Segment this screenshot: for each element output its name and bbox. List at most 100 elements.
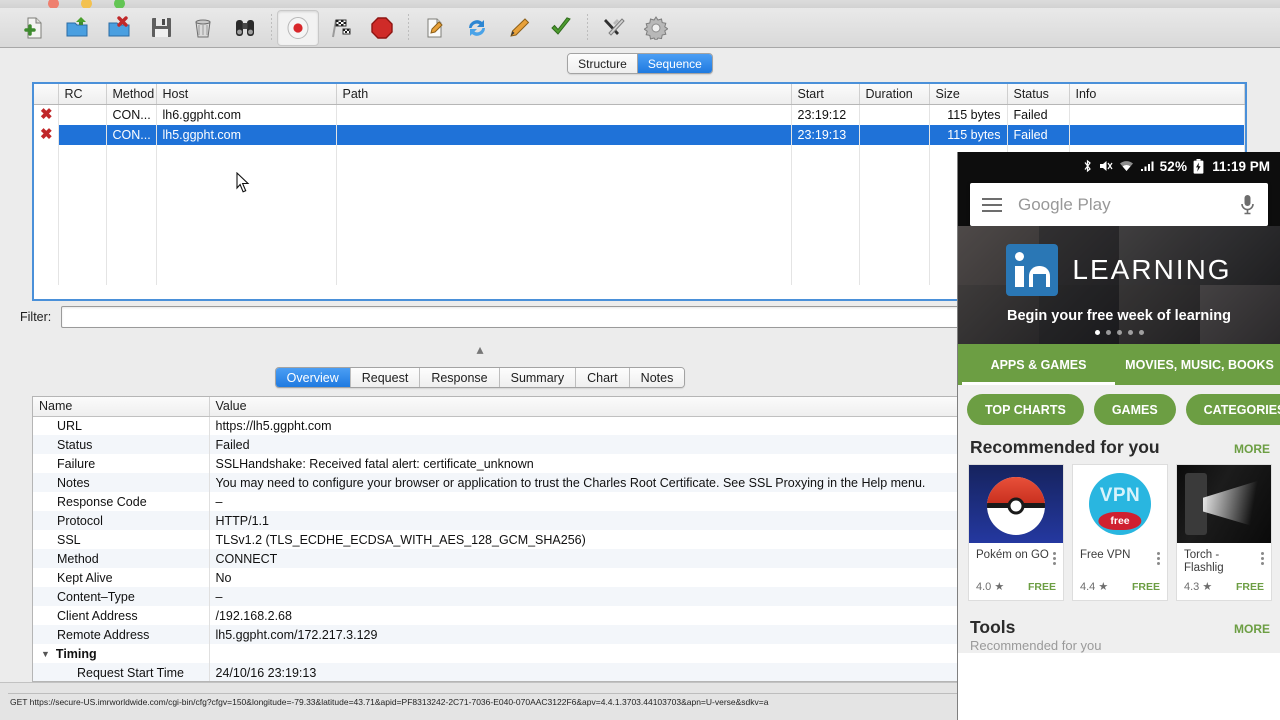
detail-row[interactable]: Kept Alive No	[33, 568, 959, 587]
detail-row[interactable]: Notes You may need to configure your brow…	[33, 473, 959, 492]
detail-row[interactable]: Status Failed	[33, 435, 959, 454]
app-icon-free-vpn: VPN free	[1073, 465, 1167, 543]
detail-value: https://lh5.ggpht.com	[209, 416, 959, 435]
compose-icon[interactable]	[414, 10, 456, 46]
tab-summary[interactable]: Summary	[499, 368, 577, 387]
clock-time: 11:19 PM	[1212, 158, 1270, 174]
cell-status: Failed	[1007, 124, 1070, 145]
section-title: Tools	[970, 617, 1016, 637]
cell-start: 23:19:13	[791, 124, 860, 145]
overflow-menu-icon[interactable]	[1261, 549, 1264, 565]
cell-rc	[58, 104, 107, 125]
close-file-icon[interactable]	[98, 10, 140, 46]
microphone-icon[interactable]	[1239, 193, 1256, 217]
detail-row[interactable]: Request Start Time 24/10/16 23:19:13	[33, 663, 959, 681]
android-phone-overlay[interactable]: 52% 11:19 PM Google Play LEARNING Begin …	[957, 152, 1280, 720]
list-item[interactable]: Torch - Flashlig 4.3 ★ FREE	[1176, 464, 1272, 601]
chip-categories[interactable]: CATEGORIES	[1185, 394, 1280, 425]
chip-games[interactable]: GAMES	[1093, 394, 1176, 425]
col-value[interactable]: Value	[209, 397, 959, 417]
tab-notes[interactable]: Notes	[629, 368, 685, 387]
col-start[interactable]: Start	[791, 84, 860, 105]
col-name[interactable]: Name	[33, 397, 210, 417]
pane-splitter-handle[interactable]: ▴	[0, 338, 960, 360]
tab-sequence[interactable]: Sequence	[637, 54, 712, 73]
promo-hero-banner[interactable]: LEARNING Begin your free week of learnin…	[958, 226, 1280, 344]
carousel-dots[interactable]	[958, 330, 1280, 335]
chip-top-charts[interactable]: TOP CHARTS	[967, 394, 1084, 425]
app-price: FREE	[1027, 580, 1056, 593]
detail-value: 24/10/16 23:19:13	[209, 663, 959, 681]
hamburger-menu-icon[interactable]	[982, 197, 1002, 212]
tab-response[interactable]: Response	[420, 368, 500, 387]
tab-movies-music-books[interactable]: MOVIES, MUSIC, BOOKS	[1119, 344, 1280, 385]
col-info[interactable]: Info	[1069, 84, 1245, 105]
validate-check-icon[interactable]	[540, 10, 582, 46]
overflow-menu-icon[interactable]	[1157, 549, 1160, 565]
tab-request[interactable]: Request	[350, 368, 421, 387]
app-icon-pokemon-go	[969, 465, 1063, 543]
phone-status-bar: 52% 11:19 PM	[958, 152, 1280, 180]
list-item[interactable]: VPN free Free VPN 4.4 ★ FREE	[1072, 464, 1168, 601]
detail-group-row[interactable]: ▼ Timing	[33, 644, 959, 663]
clear-trash-icon[interactable]	[182, 10, 224, 46]
repeat-icon[interactable]	[456, 10, 498, 46]
play-search-bar[interactable]: Google Play	[970, 183, 1268, 226]
find-binoculars-icon[interactable]	[224, 10, 266, 46]
detail-key: URL	[33, 416, 210, 435]
edit-pencil-icon[interactable]	[498, 10, 540, 46]
col-size[interactable]: Size	[929, 84, 1008, 105]
filter-input[interactable]	[61, 306, 980, 328]
record-icon[interactable]	[277, 9, 319, 46]
detail-value: lh5.ggpht.com/172.217.3.129	[209, 625, 959, 644]
chevron-down-icon[interactable]: ▼	[41, 649, 50, 659]
tab-chart[interactable]: Chart	[576, 368, 630, 387]
detail-row[interactable]: Response Code –	[33, 492, 959, 511]
overview-table: Name Value URL https://lh5.ggpht.com Stat…	[33, 397, 959, 681]
detail-row[interactable]: URL https://lh5.ggpht.com	[33, 416, 959, 435]
request-table-header: RC Method Host Path Start Duration Size …	[34, 84, 1245, 105]
settings-gear-icon[interactable]	[635, 10, 677, 46]
section-more-link[interactable]: MORE	[1234, 622, 1270, 636]
detail-row[interactable]: SSL TLSv1.2 (TLS_ECDHE_ECDSA_WITH_AES_128…	[33, 530, 959, 549]
detail-value: –	[209, 587, 959, 606]
col-status[interactable]: Status	[1007, 84, 1070, 105]
detail-row[interactable]: Client Address/192.168.2.68	[33, 606, 959, 625]
new-session-icon[interactable]	[14, 10, 56, 46]
status-bar: GET https://secure-US.imrworldwide.com/c…	[0, 682, 960, 720]
linkedin-logo-icon	[1006, 244, 1059, 296]
open-file-icon[interactable]	[56, 10, 98, 46]
col-marker[interactable]	[34, 84, 59, 105]
cell-duration	[859, 104, 930, 125]
tab-structure[interactable]: Structure	[568, 54, 638, 73]
cell-path	[336, 104, 792, 125]
detail-key: Content–Type	[33, 587, 210, 606]
table-row[interactable]: ✖ CON... lh6.ggpht.com 23:19:12 115 byte…	[34, 104, 1245, 125]
col-path[interactable]: Path	[336, 84, 792, 105]
throttle-flags-icon[interactable]	[319, 10, 361, 46]
col-method[interactable]: Method	[106, 84, 157, 105]
overflow-menu-icon[interactable]	[1053, 549, 1056, 565]
detail-row[interactable]: Content–Type –	[33, 587, 959, 606]
stop-icon[interactable]	[361, 10, 403, 46]
overview-detail-panel[interactable]: Name Value URL https://lh5.ggpht.com Stat…	[32, 396, 960, 682]
cell-rc	[58, 124, 107, 145]
app-card-row: Pokém on GO 4.0 ★ FREE VPNfree Free VPN	[958, 464, 1280, 609]
cell-host: lh5.ggpht.com	[156, 124, 337, 145]
tab-apps-and-games[interactable]: APPS & GAMES	[958, 344, 1119, 385]
detail-row[interactable]: Protocol HTTP/1.1	[33, 511, 959, 530]
detail-row[interactable]: Method CONNECT	[33, 549, 959, 568]
tab-overview[interactable]: Overview	[275, 368, 351, 387]
cell-size: 115 bytes	[929, 104, 1008, 125]
detail-row[interactable]: Failure SSLHandshake: Received fatal aler…	[33, 454, 959, 473]
col-duration[interactable]: Duration	[859, 84, 930, 105]
save-icon[interactable]	[140, 10, 182, 46]
col-host[interactable]: Host	[156, 84, 337, 105]
tools-icon[interactable]	[593, 10, 635, 46]
section-more-link[interactable]: MORE	[1234, 442, 1270, 456]
detail-row[interactable]: Remote Address lh5.ggpht.com/172.217.3.12…	[33, 625, 959, 644]
col-rc[interactable]: RC	[58, 84, 107, 105]
table-row[interactable]: ✖ CON... lh5.ggpht.com 23:19:13 115 byte…	[34, 124, 1245, 145]
hero-title: LEARNING	[1072, 254, 1232, 285]
list-item[interactable]: Pokém on GO 4.0 ★ FREE	[968, 464, 1064, 601]
